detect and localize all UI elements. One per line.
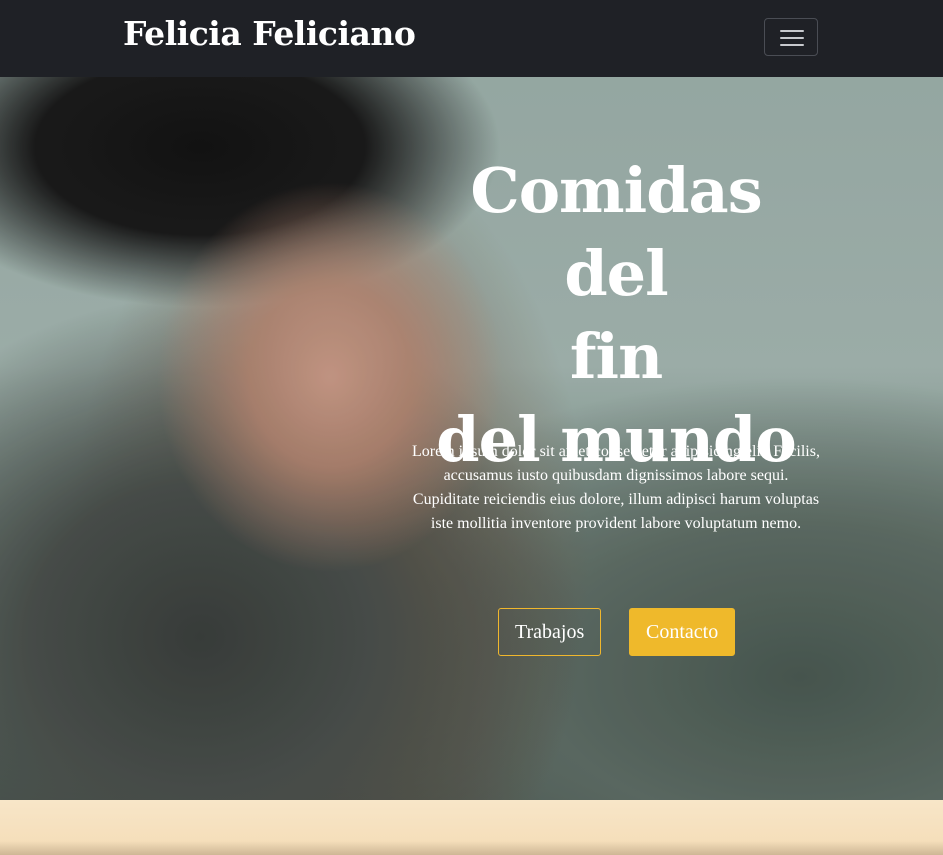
hamburger-menu-icon xyxy=(780,30,804,32)
section-shadow xyxy=(0,841,943,855)
contacto-button[interactable]: Contacto xyxy=(629,608,735,656)
brand-title[interactable]: Felicia Feliciano xyxy=(123,14,416,53)
hamburger-menu-button[interactable] xyxy=(764,18,818,56)
hero-title: Comidas del fin del mundo xyxy=(410,149,822,481)
hero-section: Comidas del fin del mundo Lorem ipsum do… xyxy=(0,77,943,800)
trabajos-button[interactable]: Trabajos xyxy=(498,608,601,656)
hamburger-menu-icon-bar xyxy=(780,44,804,46)
hero-title-line: fin xyxy=(569,320,663,393)
navbar: Felicia Feliciano xyxy=(0,0,943,77)
next-section xyxy=(0,800,943,855)
hero-title-line: Comidas del xyxy=(470,154,762,310)
hero-description: Lorem ipsum dolor sit amet consectetur a… xyxy=(412,443,820,532)
hamburger-menu-icon-bar xyxy=(780,37,804,39)
